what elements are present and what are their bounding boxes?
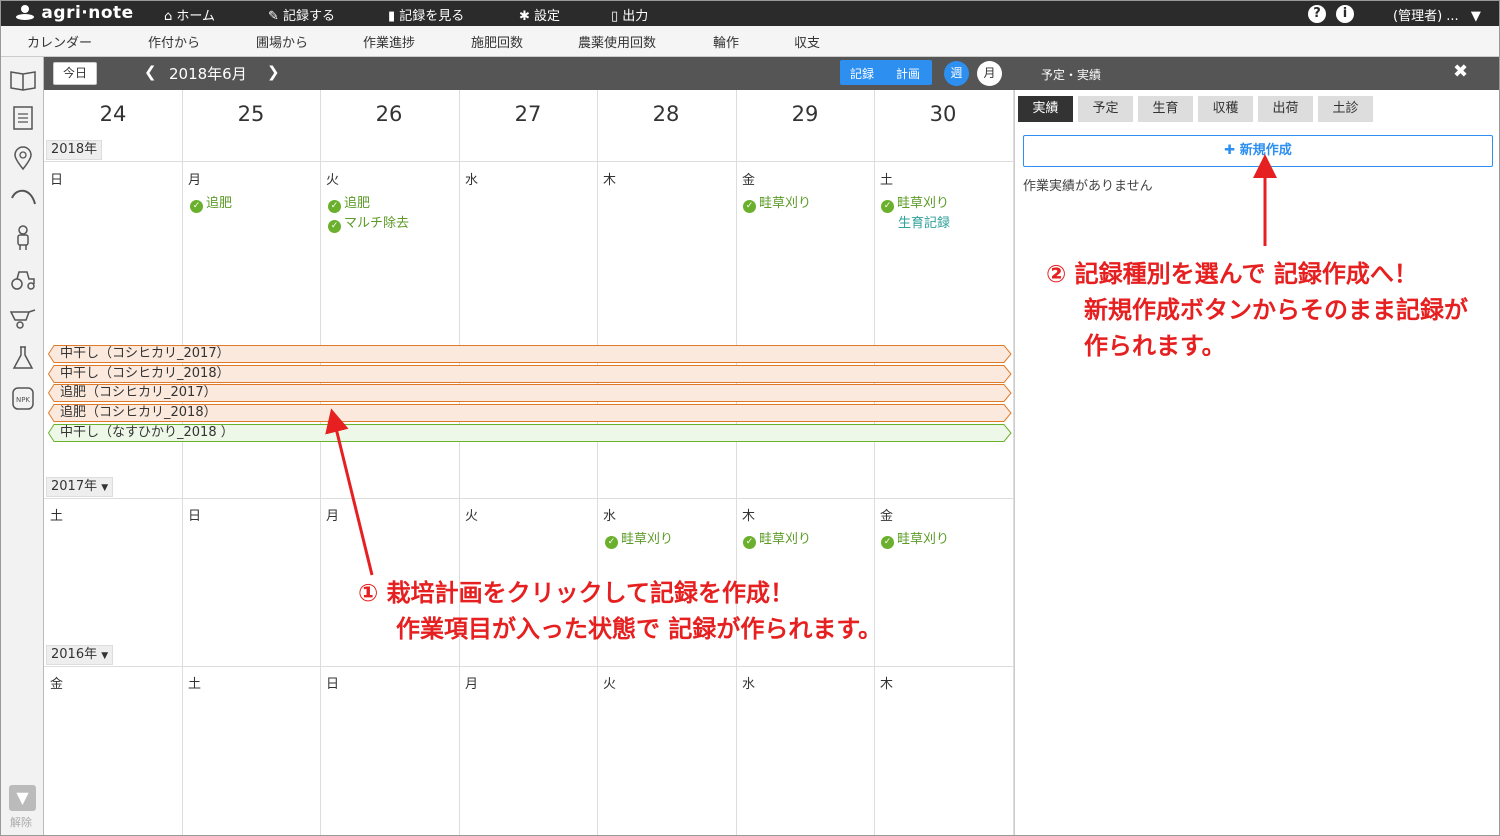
annotation-text: ① 栽培計画をクリックして記録を作成！	[358, 579, 794, 607]
arrow-to-plan	[325, 408, 374, 576]
annotation-text: 作業項目が入った状態で 記録が作られます。	[396, 615, 882, 643]
annotation-1: ① 栽培計画をクリックして記録を作成！ 作業項目が入った状態で 記録が作られます…	[358, 575, 882, 647]
annotation-2: ② 記録種別を選んで 記録作成へ！ 新規作成ボタンからそのまま記録が 作られます…	[1046, 256, 1468, 364]
annotation-arrows	[325, 154, 1277, 576]
annotation-text: 作られます。	[1084, 332, 1226, 360]
annotation-text: ② 記録種別を選んで 記録作成へ！	[1046, 260, 1418, 288]
annotation-text: 新規作成ボタンからそのまま記録が	[1084, 296, 1468, 324]
